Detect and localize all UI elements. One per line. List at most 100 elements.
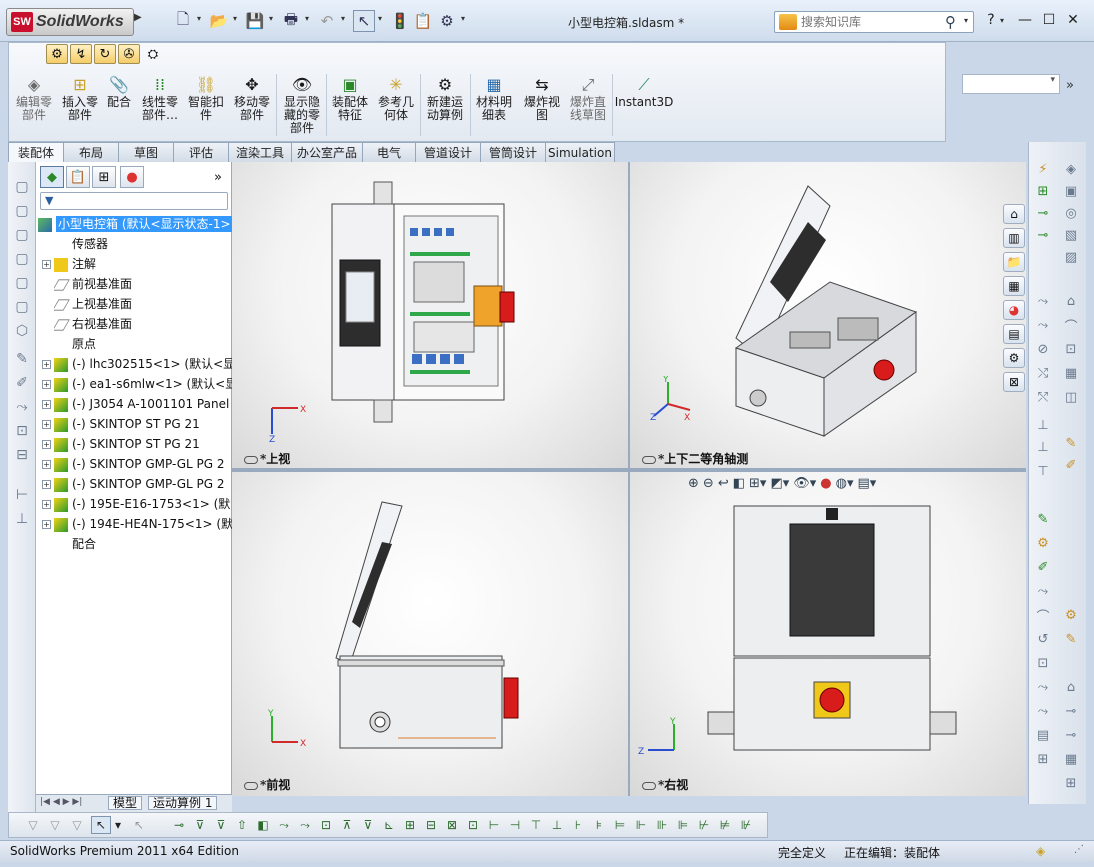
tree-item[interactable]: + (-) J3054 A-1001101 Panel [42,394,238,414]
selection-filter-icon[interactable]: ⊪ [652,816,672,834]
routing-library-icon[interactable]: ⚙ [1003,348,1025,368]
tree-item[interactable]: + (-) lhc302515<1> (默认<显 [42,354,238,374]
view-left-icon[interactable]: ▢ [12,226,32,244]
open-folder-icon[interactable]: 📂 [208,10,230,32]
property-manager-tab-icon[interactable]: 📋 [66,166,90,188]
viewport-front[interactable]: Y X *前视 [232,472,628,796]
viewport-splitter-horizontal[interactable] [232,468,1026,472]
tool-icon-r11[interactable]: ⌂ [1061,292,1081,310]
view-palette-icon[interactable]: ▦ [1003,276,1025,296]
selection-filter-icon[interactable]: ⊾ [379,816,399,834]
insert-component-button[interactable]: ⊞ 插入零 部件 [58,74,102,140]
zoom-to-area-icon[interactable]: ⊖ [703,476,714,496]
close-button[interactable]: ✕ [1062,10,1084,30]
selection-filter-icon[interactable]: ⊼ [337,816,357,834]
select-other-icon[interactable]: ↖ [129,816,149,834]
tree-expand-icon[interactable]: + [42,440,51,449]
sketch-tool-icon-6[interactable]: ⊢ [12,486,32,504]
flyout-toolbar-icon-1[interactable]: ⚙ [46,44,68,64]
tree-item[interactable]: + (-) SKINTOP GMP-GL PG 2 [42,454,238,474]
tree-expand-icon[interactable]: + [42,400,51,409]
tool-icon-r8[interactable]: ▧ [1061,226,1081,244]
tool-icon-r4[interactable]: ▣ [1061,182,1081,200]
tool-icon-r22[interactable]: ⊤ [1033,462,1053,480]
tab-sketch[interactable]: 草图 [118,142,174,162]
tool-icon-r28[interactable]: ⤳ [1033,582,1053,600]
tool-icon-r30[interactable]: ↺ [1033,630,1053,648]
move-component-button[interactable]: ✥ 移动零 部件 [230,74,274,140]
tool-icon-r40[interactable]: ⊸ [1061,726,1081,744]
tab-electrical[interactable]: 电气 [362,142,416,162]
sketch-tool-icon-3[interactable]: ⤳ [12,398,32,416]
selection-filter-icon[interactable]: ⤳ [274,816,294,834]
tree-expand-icon[interactable]: + [42,460,51,469]
search-icon[interactable]: ⚲ [945,13,956,31]
flyout-toolbar-icon-5[interactable]: ⛭ [142,44,164,64]
sketch-tool-icon-4[interactable]: ⊡ [12,422,32,440]
sketch-tool-icon-7[interactable]: ⊥ [12,510,32,528]
maximize-button[interactable]: ☐ [1038,10,1060,30]
new-dropdown-icon[interactable]: ▾ [197,14,201,23]
viewport-right[interactable]: ⊕ ⊖ ↩ ◧ ⊞▾ ◩▾ 👁▾ ● ◍▾ ▤▾ Y Z *右视 [630,472,1026,796]
tool-icon-r21[interactable]: ⊥ [1033,438,1053,456]
viewport-splitter-vertical[interactable] [628,162,630,796]
select-pointer-icon[interactable]: ↖ [91,816,111,834]
tool-icon-r15[interactable]: ⊡ [1061,340,1081,358]
options-icon[interactable]: ⚙ [436,10,458,32]
tool-icon-r19[interactable]: ◫ [1061,388,1081,406]
tree-expand-icon[interactable]: + [42,520,51,529]
selection-filter-icon[interactable]: ⊬ [694,816,714,834]
panel-expand-chevron-icon[interactable]: » [214,170,222,185]
tag-icon[interactable]: ◈ [1036,844,1045,858]
select-dropdown-icon[interactable]: ▾ [378,14,382,23]
previous-view-icon[interactable]: ↩ [718,476,729,496]
help-icon[interactable]: ? [980,10,1002,30]
feature-manager-tab-icon[interactable]: ◆ [40,166,64,188]
tab-simulation[interactable]: Simulation [545,142,615,162]
more-chevron-icon[interactable]: » [1066,78,1074,93]
tree-item[interactable]: 上视基准面 [54,294,250,314]
scroll-arrows-icon[interactable]: |◀ ◀ ▶ ▶| [40,797,82,807]
flyout-toolbar-icon-2[interactable]: ↯ [70,44,92,64]
tree-item[interactable]: 传感器 [54,234,250,254]
undo-dropdown-icon[interactable]: ▾ [341,14,345,23]
tree-expand-icon[interactable]: + [42,420,51,429]
selection-filter-icon[interactable]: ◧ [253,816,273,834]
tool-icon-r37[interactable]: ⊞ [1033,750,1053,768]
tree-item[interactable]: + (-) SKINTOP ST PG 21 [42,414,238,434]
display-manager-tab-icon[interactable]: ● [120,166,144,188]
tool-icon-r10[interactable]: ⤳ [1033,292,1053,310]
configuration-dropdown[interactable]: ▾ [962,74,1060,94]
tab-routing[interactable]: 管道设计 [415,142,481,162]
design-library-icon[interactable]: ▥ [1003,228,1025,248]
tool-icon-r9[interactable]: ▨ [1061,248,1081,266]
tool-icon-r42[interactable]: ⊞ [1061,774,1081,792]
filter-icon-2[interactable]: ▽ [45,816,65,834]
select-dropdown-icon[interactable]: ▾ [113,816,123,834]
tool-icon-r38[interactable]: ⌂ [1061,678,1081,696]
tab-office-products[interactable]: 办公室产品 [291,142,363,162]
select-pointer-icon[interactable]: ↖ [353,10,375,32]
tool-icon-r33[interactable]: ⊡ [1033,654,1053,672]
tool-icon-r31[interactable]: ⚙ [1061,606,1081,624]
tool-icon-r16[interactable]: ⤭ [1033,364,1053,382]
tree-item[interactable]: + (-) 194E-HE4N-175<1> (默 [42,514,238,534]
tree-expand-icon[interactable]: + [42,500,51,509]
tree-item[interactable]: 原点 [54,334,250,354]
tree-expand-icon[interactable]: + [42,260,51,269]
explode-line-sketch-button[interactable]: ⤢ 爆炸直 线草图 [566,74,610,140]
tool-icon-r26[interactable]: ⚙ [1033,534,1053,552]
tree-root-assembly[interactable]: 小型电控箱 (默认<显示状态-1> [38,214,234,234]
flyout-toolbar-icon-3[interactable]: ↻ [94,44,116,64]
selection-filter-icon[interactable]: ⊽ [358,816,378,834]
file-properties-icon[interactable]: 📋 [412,10,434,32]
open-dropdown-icon[interactable]: ▾ [233,14,237,23]
selection-filter-icon[interactable]: ⤳ [295,816,315,834]
sketch-tool-icon-2[interactable]: ✐ [12,374,32,392]
new-motion-study-button[interactable]: ⚙ 新建运 动算例 [422,74,468,140]
tool-icon-r3[interactable]: ⊞ [1033,182,1053,200]
feature-tree-filter[interactable]: ▼ [40,192,228,210]
selection-filter-icon[interactable]: ⊥ [547,816,567,834]
tool-icon-r23[interactable]: ✎ [1061,434,1081,452]
tool-icon-r1[interactable]: ⚡ [1033,160,1053,178]
